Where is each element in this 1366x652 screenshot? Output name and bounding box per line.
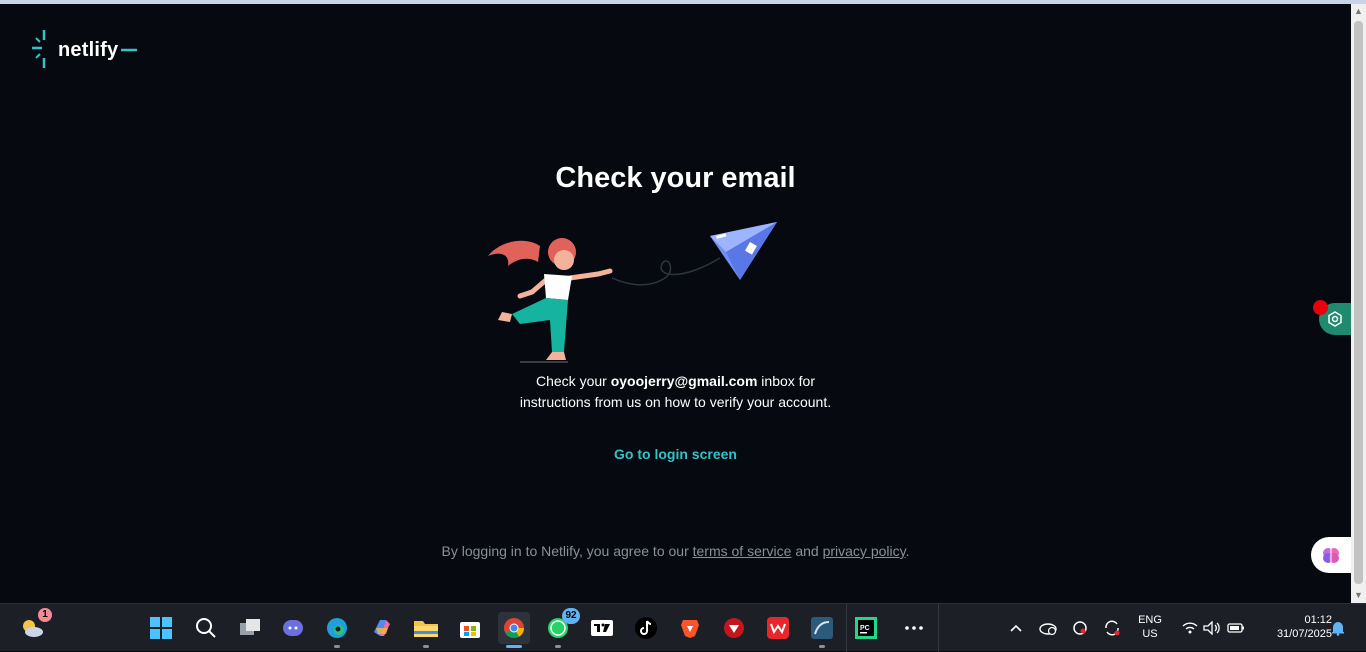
edge-running-indicator: [334, 645, 340, 648]
logo-dash-icon: [121, 48, 138, 52]
taskbar-divider-2: [938, 604, 939, 652]
scroll-down-arrow-icon[interactable]: ▼: [1351, 588, 1366, 603]
tiktok-icon: [635, 617, 657, 639]
antivirus-icon: [724, 618, 744, 638]
weather-badge: 1: [38, 608, 52, 622]
wps-office-button[interactable]: [762, 612, 794, 644]
update-tray-button[interactable]: [1096, 612, 1128, 644]
clock-time: 01:12: [1304, 614, 1332, 626]
page-scrollbar[interactable]: ▲ ▼: [1351, 4, 1366, 603]
teams-button[interactable]: [277, 612, 309, 644]
login-link-container: Go to login screen: [0, 446, 1351, 464]
chrome-icon: [504, 618, 525, 639]
more-icon: [905, 626, 923, 630]
wps-icon: [767, 617, 789, 639]
copilot-icon: [374, 620, 390, 636]
hexagon-icon: [1328, 311, 1342, 327]
mysql-workbench-icon: [811, 617, 833, 639]
netlify-logo[interactable]: netlify: [30, 30, 141, 70]
search-icon: [196, 618, 216, 638]
chrome-active-indicator: [506, 645, 522, 648]
task-view-icon: [240, 619, 260, 635]
file-explorer-button[interactable]: [410, 612, 442, 648]
svg-text:PC: PC: [860, 625, 870, 632]
store-button[interactable]: [454, 612, 486, 644]
legal-notice: By logging in to Netlify, you agree to o…: [0, 543, 1351, 559]
teams-icon: [283, 620, 303, 636]
mysql-running-indicator: [819, 645, 825, 648]
refresh-icon: [1105, 620, 1120, 636]
start-button[interactable]: [145, 612, 177, 644]
taskbar-divider: [846, 604, 847, 652]
girl-paper-plane-illustration: [488, 222, 777, 363]
ai-assistant-widget[interactable]: [1311, 537, 1351, 573]
page-title: Check your email: [555, 162, 796, 194]
clock-date: 31/07/2025: [1276, 628, 1332, 640]
brave-button[interactable]: [674, 612, 706, 644]
bell-icon: [1332, 622, 1344, 636]
terms-of-service-link[interactable]: terms of service: [693, 543, 792, 559]
search-button[interactable]: [190, 612, 222, 644]
logo-text: netlify: [58, 38, 119, 61]
edge-icon: [327, 618, 347, 638]
onedrive-tray-button[interactable]: [1032, 612, 1064, 644]
privacy-policy-link[interactable]: privacy policy: [823, 543, 906, 559]
chrome-button[interactable]: [498, 612, 530, 648]
volume-icon: [1203, 621, 1220, 635]
edge-button[interactable]: [321, 612, 353, 648]
brave-icon: [681, 620, 699, 638]
brain-icon: [1323, 548, 1339, 563]
chevron-up-icon: [1010, 624, 1022, 632]
windows-taskbar: 1 92 PC ENG US 01:12 31/07/2025: [0, 603, 1366, 652]
store-icon: [460, 622, 480, 638]
battery-button[interactable]: [1220, 612, 1252, 644]
whatsapp-badge: 92: [562, 608, 580, 624]
pycharm-button[interactable]: PC: [850, 612, 882, 644]
whatsapp-running-indicator: [555, 645, 561, 648]
copilot-button[interactable]: [366, 612, 398, 644]
page: netlify Check your email Check your oyoo…: [0, 4, 1351, 603]
notification-dot: [1313, 300, 1328, 315]
app-tray-button[interactable]: [1064, 612, 1096, 644]
weather-widget[interactable]: 1: [16, 608, 52, 644]
tradingview-icon: [591, 620, 613, 636]
user-email: oyoojerry@gmail.com: [610, 373, 758, 389]
legal-and: and: [791, 543, 823, 559]
mysql-workbench-button[interactable]: [806, 612, 838, 648]
more-apps-button[interactable]: [898, 612, 930, 644]
pycharm-icon: PC: [855, 617, 877, 639]
explorer-running-indicator: [423, 645, 429, 648]
language-indicator[interactable]: ENG US: [1132, 613, 1168, 641]
tradingview-button[interactable]: [586, 612, 618, 644]
antivirus-button[interactable]: [718, 612, 750, 644]
message-line-2: instructions from us on how to verify yo…: [519, 394, 832, 410]
netlify-logo-icon: [32, 30, 46, 68]
message-mid: inbox for: [757, 373, 815, 389]
legal-prefix: By logging in to Netlify, you agree to o…: [441, 543, 693, 559]
task-view-button[interactable]: [234, 612, 266, 644]
tiktok-button[interactable]: [630, 612, 662, 644]
go-to-login-link[interactable]: Go to login screen: [614, 446, 737, 462]
battery-icon: [1227, 623, 1244, 633]
scroll-up-arrow-icon[interactable]: ▲: [1351, 4, 1366, 19]
notifications-button[interactable]: [1330, 612, 1346, 644]
show-hidden-icons-button[interactable]: [1000, 612, 1032, 644]
message-prefix: Check your: [536, 373, 611, 389]
sync-status-icon: [1073, 621, 1087, 635]
windows-start-icon: [150, 617, 172, 639]
cloud-sync-icon: [1039, 623, 1057, 636]
language-line-2: US: [1142, 628, 1158, 640]
confirmation-message: Check your oyoojerry@gmail.com inbox for…: [0, 371, 1351, 413]
message-line-1: Check your oyoojerry@gmail.com inbox for: [0, 371, 1351, 392]
whatsapp-button[interactable]: 92: [542, 608, 580, 648]
legal-suffix: .: [905, 543, 910, 559]
language-line-1: ENG: [1138, 614, 1162, 626]
clock[interactable]: 01:12 31/07/2025: [1256, 613, 1332, 641]
scroll-thumb[interactable]: [1354, 21, 1363, 584]
paper-plane-icon: [710, 222, 777, 280]
file-explorer-icon: [414, 621, 438, 637]
